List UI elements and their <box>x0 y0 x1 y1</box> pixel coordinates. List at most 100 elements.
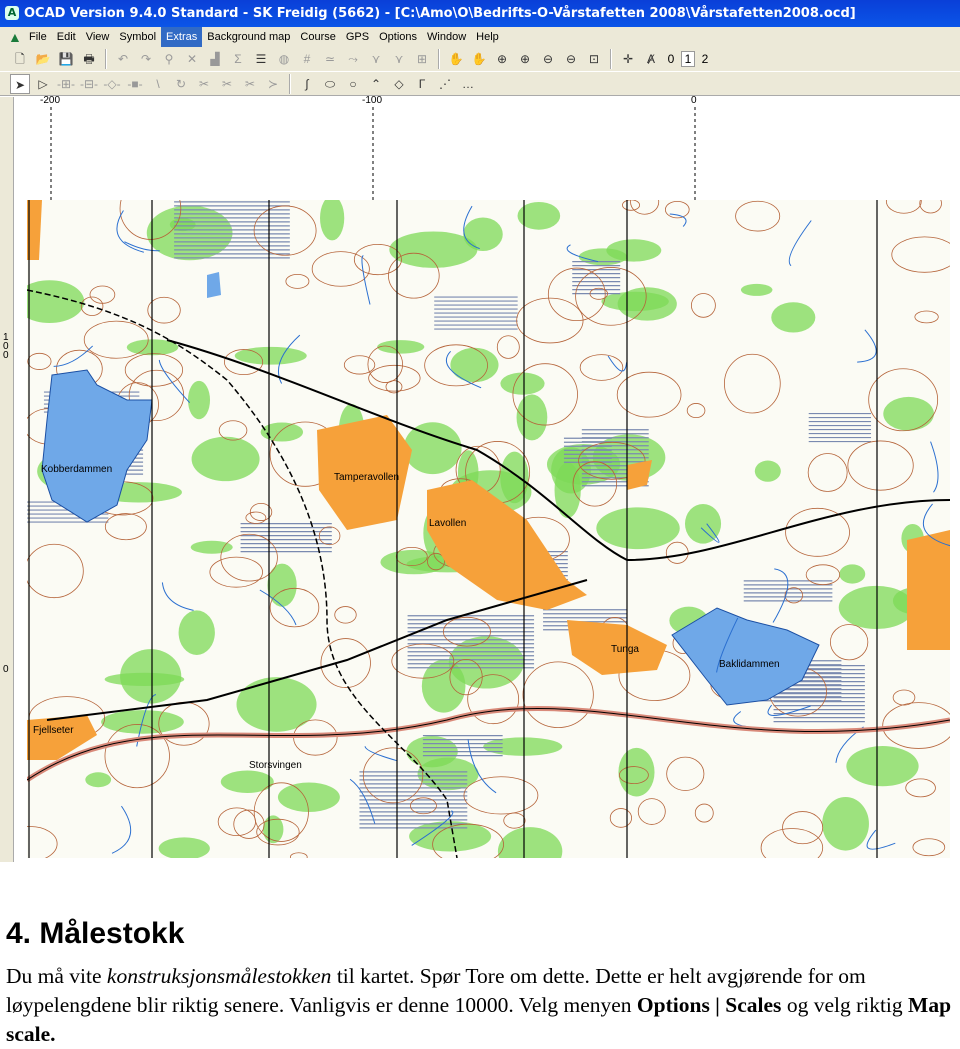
zoom-in-icon[interactable]: ⊕ <box>492 49 512 69</box>
vegetation-area <box>450 347 499 383</box>
vegetation-area <box>409 821 492 852</box>
level-1[interactable]: 1 <box>681 51 695 67</box>
align-icon[interactable]: ☰ <box>251 49 271 69</box>
orienteering-map[interactable]: Kobberdammen Tamperavollen Lavollen Tunga Ba… <box>27 200 950 858</box>
new-file-icon[interactable]: 🗋 <box>10 49 30 69</box>
menu-gps[interactable]: GPS <box>341 27 374 47</box>
zoom-fit-icon[interactable]: ⊡ <box>584 49 604 69</box>
hatch-icon[interactable]: # <box>297 49 317 69</box>
edit-path-icon[interactable]: ⤳ <box>343 49 363 69</box>
level-0[interactable]: 0 <box>664 52 678 66</box>
map-label: Fjellseter <box>33 725 74 736</box>
edit-point-icon[interactable]: ▷ <box>33 74 53 94</box>
open-folder-icon[interactable]: 📂 <box>33 49 53 69</box>
map-label: Tunga <box>611 644 639 655</box>
merge-icon[interactable]: ⋎ <box>389 49 409 69</box>
vegetation-area <box>377 340 425 354</box>
vegetation-area <box>187 380 211 420</box>
hand-pan-icon-2[interactable]: ✋ <box>469 49 489 69</box>
vegetation-area <box>190 540 233 554</box>
straight-line-mode-icon[interactable]: Γ <box>412 74 432 94</box>
vegetation-area <box>220 770 274 793</box>
menu-file[interactable]: File <box>24 27 52 47</box>
ocad-window: A OCAD Version 9.4.0 Standard - SK Freid… <box>0 0 960 862</box>
vegetation-area <box>846 746 919 787</box>
menu-extras[interactable]: Extras <box>161 27 203 47</box>
sum-icon[interactable]: Σ <box>228 49 248 69</box>
smooth-icon[interactable]: ≃ <box>320 49 340 69</box>
vegetation-area <box>178 610 215 655</box>
horizontal-ruler: -200 -100 0 <box>14 95 960 107</box>
freehand-mode-icon[interactable]: ⋰ <box>435 74 455 94</box>
find-icon[interactable]: ⚲ <box>159 49 179 69</box>
map-label: Storsvingen <box>249 760 302 771</box>
more-icon[interactable]: … <box>458 74 478 94</box>
crosshair-icon[interactable]: ✛ <box>618 49 638 69</box>
dash-point-icon[interactable]: -⊟- <box>79 74 99 94</box>
vegetation-area <box>883 396 934 431</box>
print-icon[interactable]: 🖶 <box>79 49 99 69</box>
section-heading: 4. Målestokk <box>6 917 185 950</box>
vegetation-area <box>771 302 816 333</box>
menu-background-map[interactable]: Background map <box>202 27 295 47</box>
hand-pan-icon[interactable]: ✋ <box>446 49 466 69</box>
text-tool-icon[interactable]: Ⱥ <box>641 49 661 69</box>
vegetation-area <box>618 747 655 797</box>
vegetation-area <box>596 507 680 550</box>
add-point-icon[interactable]: -⊞- <box>56 74 76 94</box>
menu-edit[interactable]: Edit <box>52 27 81 47</box>
remove-point-icon[interactable]: -■- <box>125 74 145 94</box>
vegetation-area <box>389 231 478 268</box>
bring-front-icon[interactable]: ▟ <box>205 49 225 69</box>
vegetation-area <box>601 291 669 312</box>
circle-mode-icon[interactable]: ○ <box>343 74 363 94</box>
menu-options[interactable]: Options <box>374 27 422 47</box>
menu-course[interactable]: Course <box>295 27 340 47</box>
polygon-mode-icon[interactable]: ⌃ <box>366 74 386 94</box>
level-2[interactable]: 2 <box>698 52 712 66</box>
select-arrow-icon[interactable]: ➤ <box>10 73 30 94</box>
zoom-out-icon[interactable]: ⊖ <box>538 49 558 69</box>
corner-point-icon[interactable]: -◇- <box>102 74 122 94</box>
ruler-label: -200 <box>40 95 61 106</box>
menu-help[interactable]: Help <box>471 27 504 47</box>
rotate-icon[interactable]: ↻ <box>171 74 191 94</box>
fill-icon[interactable]: ◍ <box>274 49 294 69</box>
cut-hole-icon[interactable]: ✂ <box>217 74 237 94</box>
text: Du må vite <box>6 964 107 988</box>
cut-area-icon[interactable]: ✂ <box>240 74 260 94</box>
join-icon[interactable]: ⋎ <box>366 49 386 69</box>
cut-icon[interactable]: ✂ <box>194 74 214 94</box>
vegetation-area <box>236 677 317 732</box>
save-icon[interactable]: 💾 <box>56 49 76 69</box>
ocad-app-icon: A <box>5 6 19 20</box>
redo-icon[interactable]: ↷ <box>136 49 156 69</box>
menu-symbol[interactable]: Symbol <box>114 27 161 47</box>
zoom-in-2-icon[interactable]: ⊕ <box>515 49 535 69</box>
vegetation-area <box>169 218 196 232</box>
vegetation-area <box>260 422 304 442</box>
split-icon[interactable]: ≻ <box>263 74 283 94</box>
delete-icon[interactable]: ✕ <box>182 49 202 69</box>
straighten-icon[interactable]: \ <box>148 74 168 94</box>
title-bar: A OCAD Version 9.4.0 Standard - SK Freid… <box>0 0 960 27</box>
curve-mode-icon[interactable]: ∫ <box>297 74 317 94</box>
toolbar-separator <box>105 49 107 69</box>
vegetation-area <box>822 796 869 851</box>
rectangle-mode-icon[interactable]: ◇ <box>389 74 409 94</box>
vegetation-area <box>516 394 548 441</box>
toolbar-separator <box>610 49 612 69</box>
grid-icon[interactable]: ⊞ <box>412 49 432 69</box>
menu-view[interactable]: View <box>81 27 115 47</box>
vegetation-area <box>277 782 340 812</box>
emphasis: konstruksjonsmålestokken <box>106 964 332 988</box>
ruler-label: -100 <box>362 95 383 106</box>
vegetation-area <box>120 649 182 704</box>
undo-icon[interactable]: ↶ <box>113 49 133 69</box>
vegetation-area <box>839 564 866 584</box>
menu-path: Options | Scales <box>636 993 782 1017</box>
text: og velg riktig <box>781 993 909 1017</box>
menu-window[interactable]: Window <box>422 27 471 47</box>
ellipse-mode-icon[interactable]: ⬭ <box>320 74 340 94</box>
zoom-out-2-icon[interactable]: ⊖ <box>561 49 581 69</box>
